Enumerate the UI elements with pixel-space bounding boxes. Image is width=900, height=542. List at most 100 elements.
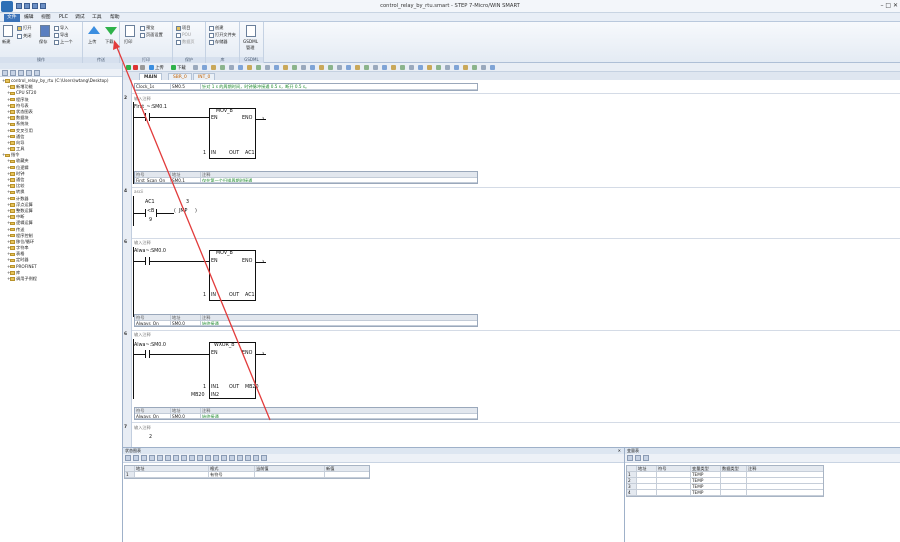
editor-tool-icon[interactable] (211, 65, 216, 70)
symbol-cell[interactable] (657, 472, 691, 477)
editor-tool-icon[interactable] (409, 65, 414, 70)
editor-tool-icon[interactable] (193, 65, 198, 70)
in-value[interactable]: 1 (203, 293, 206, 298)
comment-cell[interactable] (747, 484, 823, 489)
compare-operand-1[interactable]: AC1 (145, 200, 155, 205)
out-value[interactable]: AC1 (245, 293, 255, 298)
chart-tool-icon[interactable] (245, 455, 251, 461)
menu-tab-view[interactable]: 视图 (38, 14, 54, 22)
upload-small-icon[interactable] (149, 65, 154, 70)
chart-tool-icon[interactable] (133, 455, 139, 461)
data-type-cell[interactable] (721, 484, 747, 489)
tree-tool-icon[interactable] (26, 70, 32, 76)
page-setup-button[interactable]: 页面设置 (140, 32, 163, 38)
tab-int0[interactable]: INT_0 (193, 73, 216, 80)
in-value[interactable]: 1 (203, 151, 206, 156)
editor-tool-icon[interactable] (445, 65, 450, 70)
editor-tool-icon[interactable] (256, 65, 261, 70)
tab-sbr0[interactable]: SBR_0 (168, 73, 192, 80)
address-cell[interactable] (637, 472, 657, 477)
address-cell[interactable] (637, 490, 657, 495)
preview-button[interactable]: 预览 (140, 25, 154, 31)
open-button[interactable]: 打开 (17, 25, 31, 31)
data-type-cell[interactable] (721, 472, 747, 477)
rung-value[interactable]: 2 (149, 435, 152, 440)
previous-button[interactable]: 上一个 (54, 39, 73, 45)
chart-tool-icon[interactable] (237, 455, 243, 461)
format-cell[interactable]: 有符号 (209, 472, 255, 477)
rung-comment[interactable]: 输入注释 (134, 240, 151, 246)
comment-cell[interactable] (747, 490, 823, 495)
compare-operand-2[interactable]: 9 (149, 218, 152, 223)
chart-tool-icon[interactable] (253, 455, 259, 461)
chart-tool-icon[interactable] (181, 455, 187, 461)
editor-tool-icon[interactable] (400, 65, 405, 70)
table-row[interactable]: 1 有符号 (125, 472, 369, 478)
data-type-cell[interactable] (721, 478, 747, 483)
chart-tool-icon[interactable] (261, 455, 267, 461)
editor-tool-icon[interactable] (238, 65, 243, 70)
data-type-cell[interactable] (721, 490, 747, 495)
jmp-coil[interactable]: JMP (179, 209, 187, 214)
run-icon[interactable] (126, 65, 131, 70)
print-button[interactable]: 打印 (124, 39, 132, 45)
chart-tool-icon[interactable] (157, 455, 163, 461)
compile-icon[interactable] (140, 65, 145, 70)
chart-tool-icon[interactable] (149, 455, 155, 461)
contact-label[interactable]: Alwa~:SM0.0 (134, 343, 166, 348)
editor-tool-icon[interactable] (283, 65, 288, 70)
symbol-cell[interactable] (657, 478, 691, 483)
editor-tool-icon[interactable] (292, 65, 297, 70)
chart-tool-icon[interactable] (173, 455, 179, 461)
new-value-cell[interactable] (325, 472, 369, 477)
editor-tool-icon[interactable] (391, 65, 396, 70)
editor-tool-icon[interactable] (355, 65, 360, 70)
create-library-button[interactable]: 创建 (209, 25, 223, 31)
chart-tool-icon[interactable] (213, 455, 219, 461)
chart-tool-icon[interactable] (221, 455, 227, 461)
delete-row-icon[interactable] (635, 455, 641, 461)
editor-tool-icon[interactable] (310, 65, 315, 70)
editor-tool-icon[interactable] (229, 65, 234, 70)
var-type-cell[interactable]: TEMP (691, 484, 721, 489)
gsdml-manage-button[interactable]: 管理 (246, 45, 254, 51)
editor-upload-button[interactable]: 上传 (155, 65, 164, 71)
editor-tool-icon[interactable] (427, 65, 432, 70)
menu-tab-tools[interactable]: 工具 (89, 14, 105, 22)
menu-tab-edit[interactable]: 编辑 (21, 14, 37, 22)
chart-tool-icon[interactable] (205, 455, 211, 461)
editor-tool-icon[interactable] (472, 65, 477, 70)
menu-tab-plc[interactable]: PLC (56, 14, 71, 22)
var-type-cell[interactable]: TEMP (691, 490, 721, 495)
out-value[interactable]: AC1 (245, 151, 255, 156)
rung-comment[interactable]: 输入注释 (134, 96, 151, 102)
editor-tool-icon[interactable] (463, 65, 468, 70)
protect-pou-button[interactable]: POU (176, 32, 191, 38)
symbol-cell[interactable] (657, 490, 691, 495)
gsdml-label[interactable]: GSDML (243, 39, 258, 44)
editor-tool-icon[interactable] (247, 65, 252, 70)
new-button[interactable]: 新建 (2, 39, 10, 45)
chart-tool-icon[interactable] (165, 455, 171, 461)
rung-comment[interactable]: 输入注释 (134, 332, 151, 338)
close-button[interactable]: 关闭 (17, 33, 31, 39)
menu-tab-debug[interactable]: 调试 (72, 14, 88, 22)
protect-data-page-button[interactable]: 数据页 (176, 39, 195, 45)
editor-tool-icon[interactable] (418, 65, 423, 70)
upload-button[interactable]: 上传 (88, 39, 96, 45)
window-controls[interactable]: – □ ✕ (880, 2, 898, 9)
download-small-icon[interactable] (171, 65, 176, 70)
editor-tool-icon[interactable] (346, 65, 351, 70)
tree-tool-icon[interactable] (34, 70, 40, 76)
table-row[interactable]: 4 TEMP (627, 490, 823, 496)
variable-tool-icon[interactable] (643, 455, 649, 461)
chart-tool-icon[interactable] (197, 455, 203, 461)
editor-tool-icon[interactable] (481, 65, 486, 70)
tree-item[interactable]: + 调用子例程 (0, 276, 122, 282)
editor-tool-icon[interactable] (454, 65, 459, 70)
insert-row-icon[interactable] (627, 455, 633, 461)
chart-tool-icon[interactable] (189, 455, 195, 461)
address-cell[interactable] (637, 478, 657, 483)
stop-icon[interactable] (133, 65, 138, 70)
editor-tool-icon[interactable] (382, 65, 387, 70)
